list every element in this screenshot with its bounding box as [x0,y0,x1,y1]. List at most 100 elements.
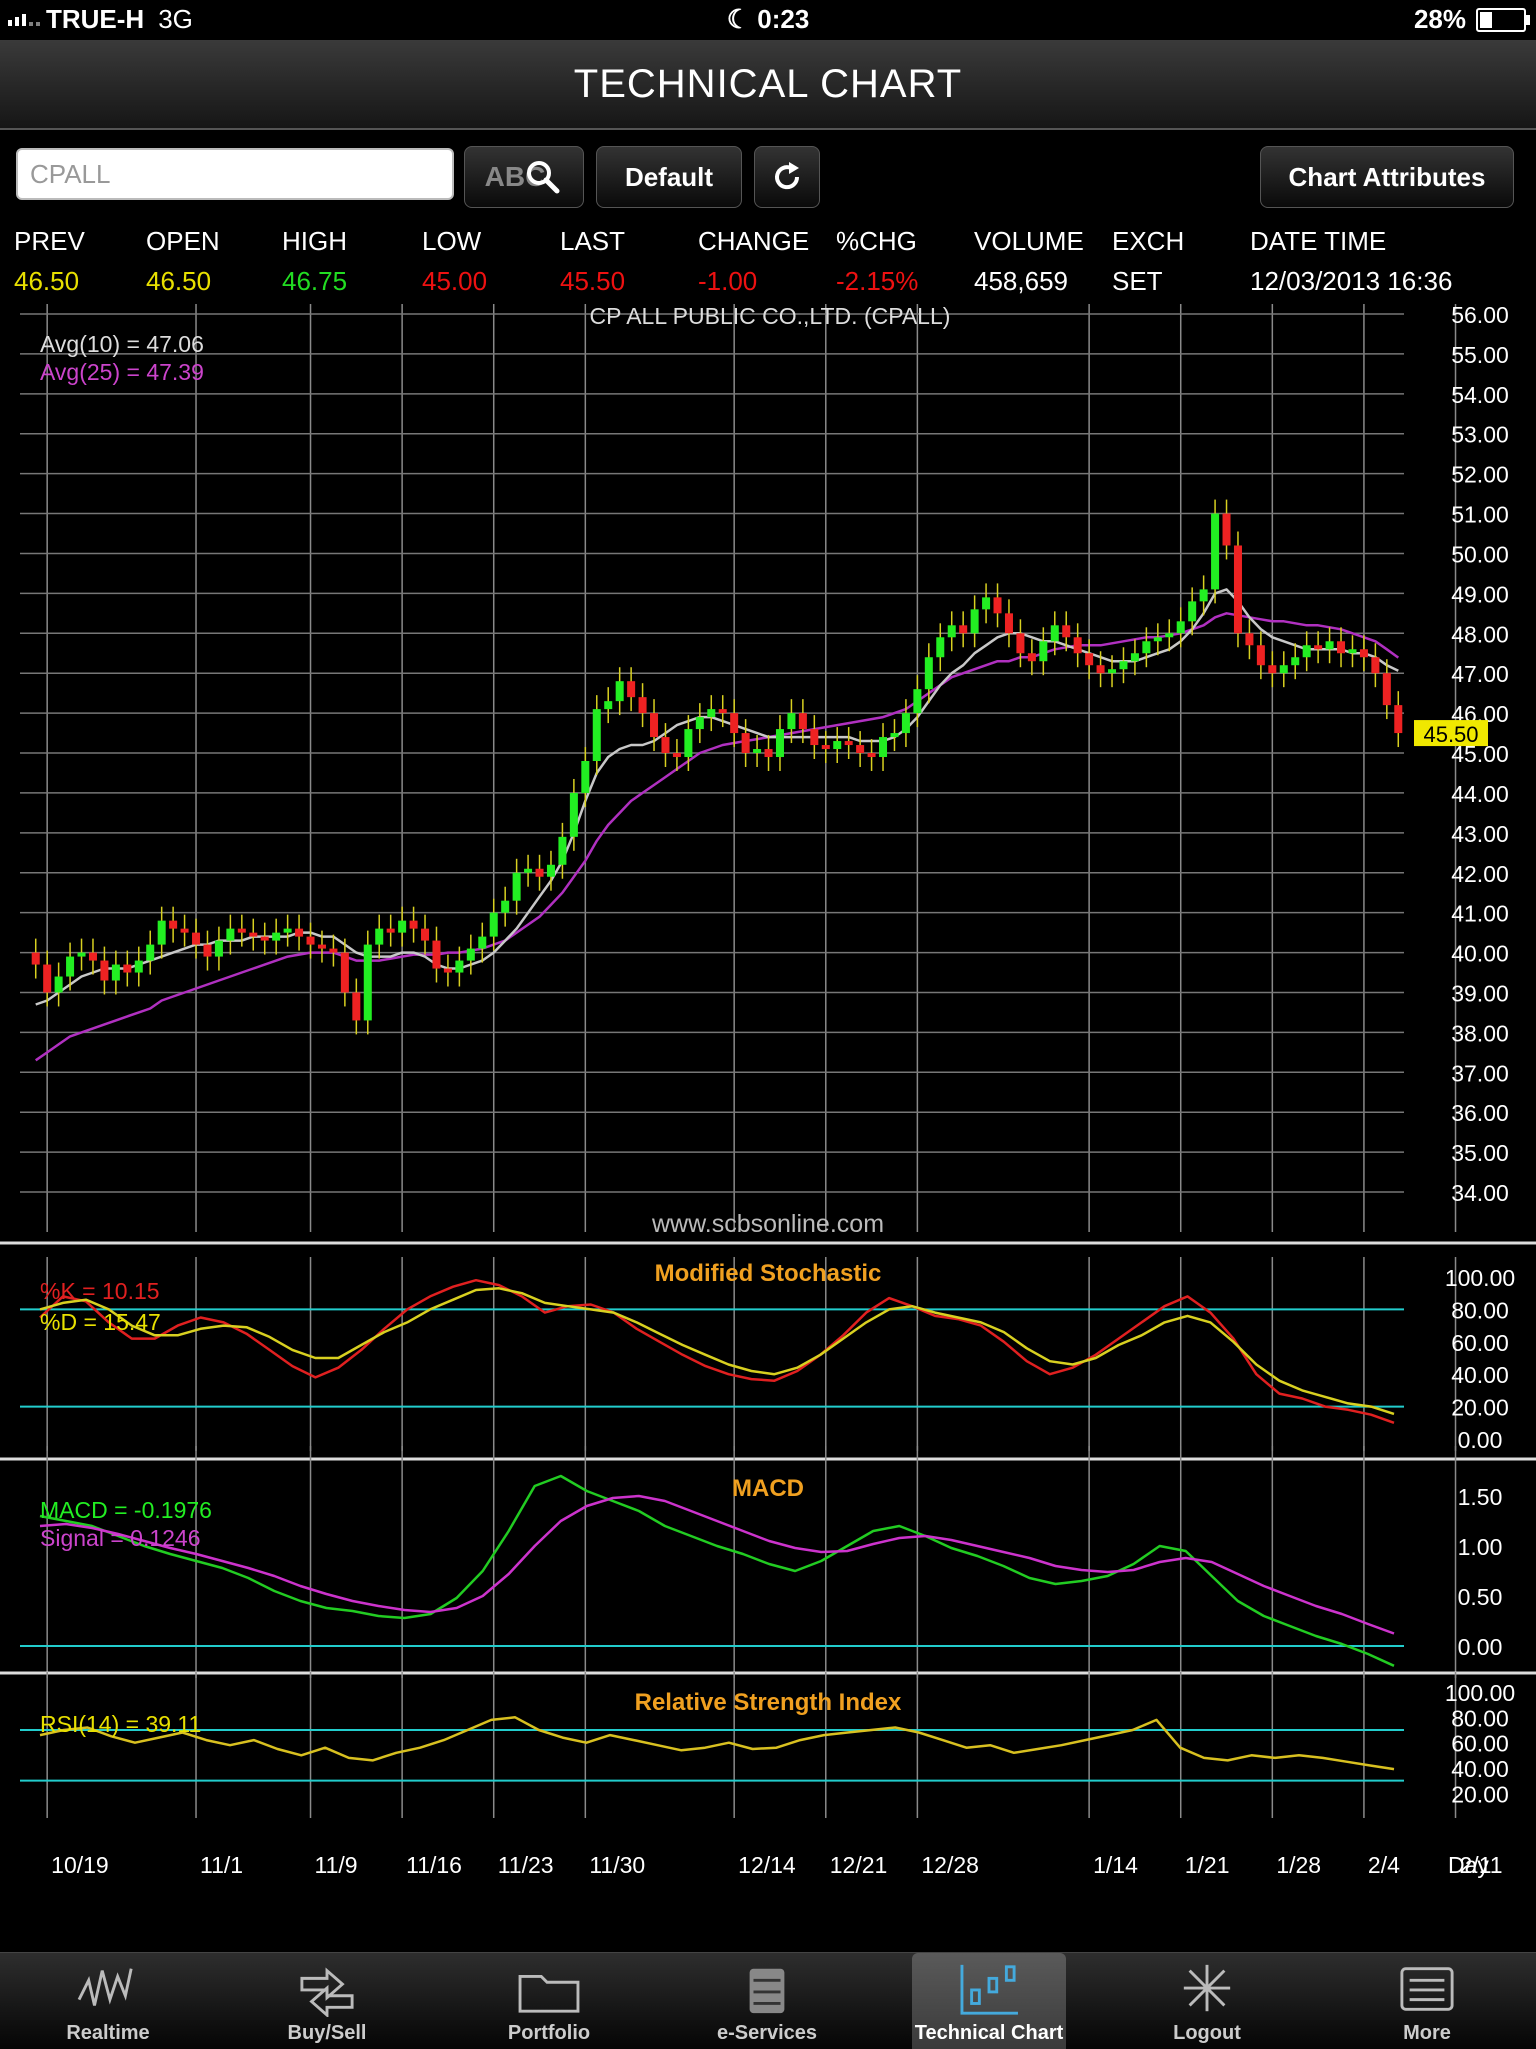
tab-label: More [1403,2022,1451,2044]
quote-value: 46.50 [146,266,212,296]
quote-label: LOW [422,226,482,256]
x-axis-label: 1/21 [1185,1852,1230,1878]
watermark: www.scbsonline.com [651,1210,884,1238]
indicator-title: Relative Strength Index [635,1689,902,1716]
candle-body [1119,661,1128,670]
candle-body [226,928,235,941]
e-services-icon [749,1968,785,2014]
tab-e-services[interactable]: e-Services [690,1953,844,2049]
indicator-axis-label: 1.50 [1458,1484,1503,1510]
candle-body [936,637,945,658]
candle-body [1382,673,1391,706]
price-axis-label: 52.00 [1451,462,1509,488]
candle-body [123,964,132,973]
tab-more[interactable]: More [1350,1953,1504,2049]
tab-bar: Realtime Buy/Sell Portfolio e-Services Techn… [0,1952,1536,2049]
quote-value: 46.75 [282,266,348,296]
candle-body [684,729,693,758]
candle-body [615,681,624,702]
indicator-axis-label: 100.00 [1445,1680,1515,1706]
tab-technical-chart[interactable]: Technical Chart [912,1953,1066,2049]
series-line [39,1474,1395,1667]
tab-label: Portfolio [507,2022,591,2044]
price-axis-label: 39.00 [1451,980,1509,1006]
tab-buy-sell[interactable]: Buy/Sell [250,1953,404,2049]
candle-body [764,749,773,758]
candle-body [592,709,601,762]
candle-body [1153,637,1162,642]
candle-body [1096,665,1105,674]
moon-icon: ☾ [726,4,758,34]
candle-body [466,948,475,961]
candle-body [111,964,120,981]
candle-body [672,753,681,758]
candle-body [31,952,40,965]
candle-body [203,944,212,957]
tab-logout[interactable]: Logout [1130,1953,1284,2049]
price-axis-label: 38.00 [1451,1020,1509,1046]
candle-body [180,928,189,933]
indicator-axis-label: 0.00 [1458,1427,1503,1453]
series-line [39,1278,1395,1424]
candle-body [890,733,899,738]
symbol-search-input[interactable] [16,148,454,200]
series-line [39,1494,1395,1635]
candle-body [375,928,384,945]
price-axis-label: 55.00 [1451,342,1509,368]
default-button[interactable]: Default [596,146,742,208]
page-title: TECHNICAL CHART [573,61,963,106]
candle-body [295,928,304,937]
candle-body [1279,665,1288,674]
price-axis-label: 42.00 [1451,861,1509,887]
tab-label: e-Services [716,2022,818,2044]
technical-chart[interactable]: 56.00 55.00 54.00 53.00 52.00 51.00 50.00 49.00… [0,296,1536,1946]
candle-body [100,960,109,981]
quote-label: OPEN [146,226,220,256]
price-axis-label: 34.00 [1451,1180,1509,1206]
candle-body [1050,625,1059,642]
clock: ☾ 0:23 [0,4,1536,35]
candle-body [283,928,292,933]
refresh-button[interactable] [754,146,820,208]
quote-value: 12/03/2013 16:36 [1250,266,1453,296]
candle-body [775,729,784,758]
candle-body [913,689,922,714]
candle-body [214,940,223,957]
price-axis-label: 37.00 [1451,1060,1509,1086]
candle-body [730,713,739,734]
quote-label: CHANGE [698,226,810,256]
candle-body [192,932,201,945]
indicator-title: MACD [732,1475,804,1502]
x-axis-label: 12/28 [921,1852,979,1878]
candle-body [1004,613,1013,634]
refresh-icon [775,162,800,190]
candle-body [421,928,430,941]
candle-body [1314,645,1323,650]
candle-body [535,868,544,877]
candle-body [1108,669,1117,674]
candle-body [1039,641,1048,662]
candle-body [558,836,567,865]
tab-label: Buy/Sell [287,2022,367,2044]
indicator-legend: MACD = -0.1976 [40,1497,212,1523]
buy-sell-icon [300,1967,354,2017]
battery-icon [1476,7,1530,32]
chart-attributes-button[interactable]: Chart Attributes [1260,146,1514,208]
technical-chart-icon [960,1964,1018,2015]
price-axis-label: 56.00 [1451,302,1509,328]
quote-value: 46.50 [14,266,80,296]
candle-body [581,761,590,793]
quote-value: SET [1112,266,1163,296]
search-mode-button[interactable]: ABC [464,146,584,208]
candle-body [260,936,269,941]
x-axis-unit: Day [1448,1852,1489,1878]
x-axis-label: 10/19 [51,1852,109,1878]
candle-body [879,737,888,758]
candle-body [1211,513,1220,590]
x-axis-label: 11/23 [498,1852,554,1878]
tab-realtime[interactable]: Realtime [31,1953,185,2049]
tab-portfolio[interactable]: Portfolio [472,1953,626,2049]
quote-label: %CHG [836,226,917,256]
candle-body [134,960,143,973]
x-axis-label: 2/4 [1368,1852,1400,1878]
